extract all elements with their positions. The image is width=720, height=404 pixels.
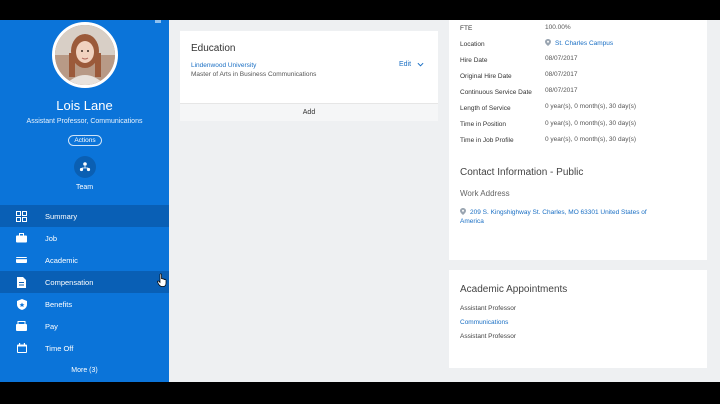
avatar-photo (55, 25, 115, 85)
team-icon (79, 162, 91, 172)
education-add-row[interactable]: Add (180, 103, 438, 121)
length-of-service-label: Length of Service (460, 105, 511, 112)
academic-appointments-title: Academic Appointments (460, 284, 568, 295)
nav-item-label: Compensation (45, 277, 94, 287)
compensation-icon (16, 276, 27, 288)
nav-item-compensation[interactable]: Compensation (0, 271, 169, 293)
nav-item-label: Pay (45, 321, 58, 331)
contact-information-title: Contact Information - Public (460, 167, 584, 178)
academic-icon (16, 255, 27, 266)
education-school-link[interactable]: Lindenwood University (191, 62, 256, 69)
job-details-card: FTE 100.00% Location St. Charles Campus … (449, 20, 707, 260)
education-card: Education Lindenwood University Master o… (180, 31, 438, 121)
time-in-job-profile-value: 0 year(s), 0 month(s), 30 day(s) (545, 136, 637, 143)
nav-item-label: Academic (45, 255, 78, 265)
continuous-service-date-label: Continuous Service Date (460, 89, 532, 96)
work-address-value: 209 S. Kingshighway St. Charles, MO 6330… (460, 209, 647, 225)
nav-item-label: Benefits (45, 299, 73, 309)
actions-button[interactable]: Actions (68, 135, 102, 146)
chevron-down-icon (417, 62, 424, 67)
appointment-rank: Assistant Professor (460, 333, 516, 340)
time-in-position-value: 0 year(s), 0 month(s), 30 day(s) (545, 120, 637, 127)
hire-date-label: Hire Date (460, 57, 488, 64)
nav-more-link[interactable]: More (3) (0, 367, 169, 374)
profile-nav: Summary Job Academic Compensation Benefi… (0, 205, 169, 359)
profile-job-title: Assistant Professor, Communications (26, 118, 143, 125)
profile-name: Lois Lane (56, 98, 113, 113)
location-label: Location (460, 41, 485, 48)
academic-appointments-card: Academic Appointments Assistant Professo… (449, 270, 707, 368)
team-button[interactable] (74, 156, 96, 178)
education-title: Education (191, 43, 236, 54)
profile-sidebar: Lois Lane Assistant Professor, Communica… (0, 20, 169, 382)
nav-item-time-off[interactable]: Time Off (0, 337, 169, 359)
nav-item-summary[interactable]: Summary (0, 205, 169, 227)
hire-date-value: 08/07/2017 (545, 55, 578, 62)
work-address-label: Work Address (460, 189, 510, 198)
work-address-link[interactable]: 209 S. Kingshighway St. Charles, MO 6330… (460, 208, 670, 226)
education-degree: Master of Arts in Business Communication… (191, 71, 317, 78)
education-add-button[interactable]: Add (180, 109, 438, 116)
time-in-position-label: Time in Position (460, 121, 506, 128)
nav-item-academic[interactable]: Academic (0, 249, 169, 271)
location-pin-icon (460, 208, 466, 215)
original-hire-date-value: 08/07/2017 (545, 71, 578, 78)
bottom-letterbox (0, 382, 720, 404)
fte-value: 100.00% (545, 24, 571, 31)
hand-cursor-icon (157, 273, 167, 287)
education-edit-button[interactable]: Edit (399, 61, 424, 68)
top-letterbox (0, 0, 720, 20)
location-value: St. Charles Campus (555, 40, 614, 47)
edit-label: Edit (399, 61, 412, 68)
nav-item-job[interactable]: Job (0, 227, 169, 249)
location-link[interactable]: St. Charles Campus (545, 39, 613, 47)
length-of-service-value: 0 year(s), 0 month(s), 30 day(s) (545, 103, 637, 110)
appointment-position: Assistant Professor (460, 305, 516, 312)
nav-item-benefits[interactable]: Benefits (0, 293, 169, 315)
continuous-service-date-value: 08/07/2017 (545, 87, 578, 94)
appointment-department-link[interactable]: Communications (460, 319, 508, 326)
location-pin-icon (545, 39, 551, 46)
calendar-icon (16, 343, 27, 354)
nav-item-label: Summary (45, 211, 78, 221)
fte-label: FTE (460, 25, 473, 32)
benefits-icon (16, 298, 27, 310)
team-label: Team (75, 184, 94, 191)
pay-icon (16, 321, 27, 332)
avatar[interactable] (52, 22, 118, 88)
time-in-job-profile-label: Time in Job Profile (460, 137, 514, 144)
nav-item-label: Time Off (45, 343, 74, 353)
nav-item-pay[interactable]: Pay (0, 315, 169, 337)
summary-icon (16, 210, 27, 222)
workday-worker-profile: Lois Lane Assistant Professor, Communica… (0, 20, 720, 382)
sidebar-collapse-handle[interactable] (155, 20, 161, 23)
nav-item-label: Job (45, 233, 58, 243)
original-hire-date-label: Original Hire Date (460, 73, 512, 80)
job-icon (16, 233, 27, 244)
